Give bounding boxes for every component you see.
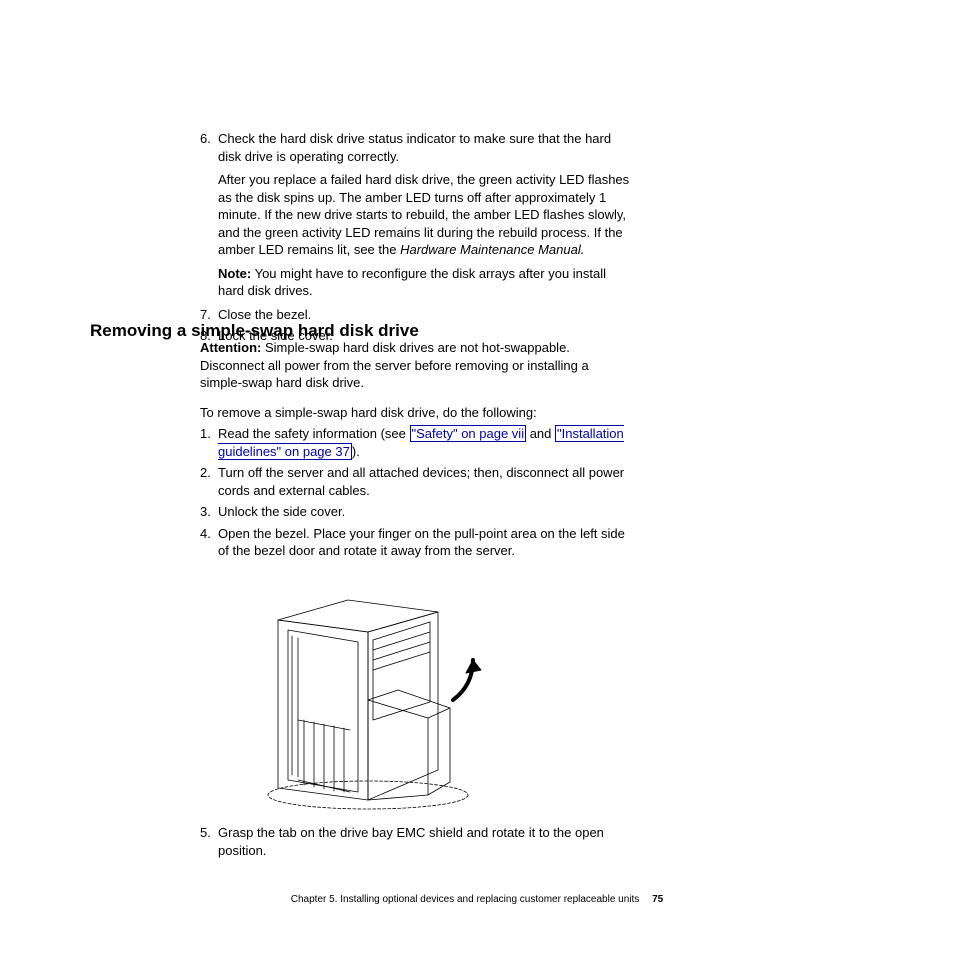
step-4: 4. Open the bezel. Place your finger on …: [200, 525, 630, 560]
note-text: You might have to reconfigure the disk a…: [218, 266, 606, 299]
manual-reference: Hardware Maintenance Manual.: [400, 242, 584, 257]
step-text: Unlock the side cover.: [218, 503, 630, 521]
step-text: Open the bezel. Place your finger on the…: [218, 525, 630, 560]
step-number: 1.: [200, 425, 218, 460]
link-safety[interactable]: "Safety" on page vii: [410, 425, 527, 442]
step-text: Read the safety information (see "Safety…: [218, 425, 630, 460]
page-number: 75: [652, 894, 663, 905]
page-footer: Chapter 5. Installing optional devices a…: [0, 893, 954, 907]
intro-text: To remove a simple-swap hard disk drive,…: [200, 404, 630, 422]
step-number: 2.: [200, 464, 218, 499]
chapter-title: Chapter 5. Installing optional devices a…: [291, 894, 640, 905]
attention-paragraph: Attention: Simple-swap hard disk drives …: [200, 339, 630, 392]
step-6-detail: After you replace a failed hard disk dri…: [218, 171, 630, 259]
figure-bezel-open: [218, 570, 528, 814]
step-1: 1. Read the safety information (see "Saf…: [200, 425, 630, 460]
note-label: Note:: [218, 266, 251, 281]
step-number: 3.: [200, 503, 218, 521]
step-text: Check the hard disk drive status indicat…: [218, 130, 630, 165]
step-3: 3. Unlock the side cover.: [200, 503, 630, 521]
attention-label: Attention:: [200, 340, 261, 355]
step-number: 6.: [200, 130, 218, 165]
step-5: 5. Grasp the tab on the drive bay EMC sh…: [200, 824, 630, 859]
note: Note: You might have to reconfigure the …: [218, 265, 630, 300]
step-number: 4.: [200, 525, 218, 560]
step-6: 6. Check the hard disk drive status indi…: [200, 130, 630, 165]
step-text: Turn off the server and all attached dev…: [218, 464, 630, 499]
step-number: 5.: [200, 824, 218, 859]
step-2: 2. Turn off the server and all attached …: [200, 464, 630, 499]
step-text: Grasp the tab on the drive bay EMC shiel…: [218, 824, 630, 859]
